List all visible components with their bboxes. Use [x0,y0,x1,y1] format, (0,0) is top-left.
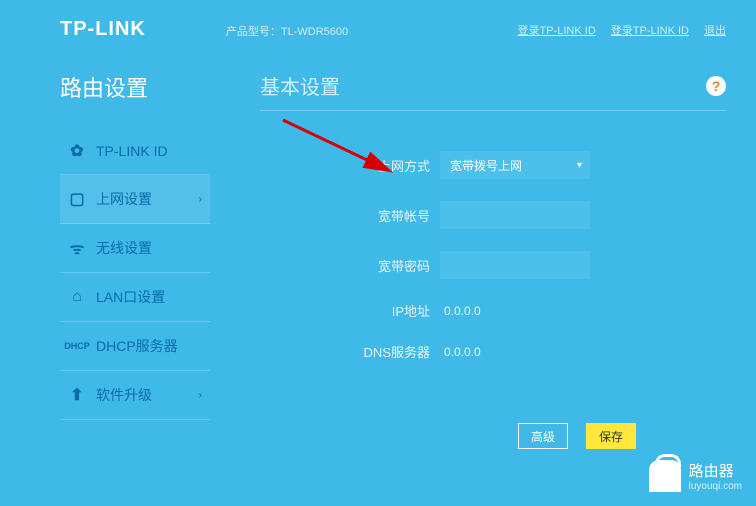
wan-type-value: 宽带拨号上网 [450,157,522,174]
sidebar-item-label: TP-LINK ID [96,143,202,159]
watermark-sub: luyouqi.com [689,481,742,492]
sidebar-item-wan[interactable]: ▢ 上网设置 › [60,175,210,224]
watermark-title: 路由器 [689,460,742,481]
account-input[interactable] [440,201,590,229]
chevron-right-icon: › [199,390,202,401]
help-icon[interactable]: ? [706,76,726,96]
dhcp-icon: DHCP [68,337,86,355]
sidebar-item-dhcp[interactable]: DHCP DHCP服务器 [60,322,210,371]
sidebar-item-label: LAN口设置 [96,287,202,307]
wan-type-select[interactable]: 宽带拨号上网 [440,151,590,179]
sidebar-item-label: DHCP服务器 [96,336,202,356]
wifi-icon: ᯤ [68,239,86,257]
save-button[interactable]: 保存 [586,423,636,449]
dns-label: DNS服务器 [360,342,430,361]
account-label: 宽带帐号 [360,206,430,225]
watermark: 路由器 luyouqi.com [649,460,742,492]
sidebar-item-wireless[interactable]: ᯤ 无线设置 [60,224,210,273]
upload-icon: ⬆ [68,386,86,404]
sidebar-item-tplink-id[interactable]: ✿ TP-LINK ID [60,128,210,175]
ip-label: IP地址 [360,301,430,320]
sidebar: 路由设置 ✿ TP-LINK ID ▢ 上网设置 › ᯤ 无线设置 ⌂ LAN口… [60,51,210,449]
sidebar-item-label: 上网设置 [96,189,199,209]
monitor-icon: ▢ [68,190,86,208]
logout-link[interactable]: 退出 [704,22,726,38]
product-model: 产品型号：TL-WDR5600 [226,23,348,39]
wan-type-label: 上网方式 [360,156,430,175]
sidebar-item-upgrade[interactable]: ⬆ 软件升级 › [60,371,210,420]
password-label: 宽带密码 [360,256,430,275]
section-title: 基本设置 [260,71,340,100]
lan-icon: ⌂ [68,288,86,306]
ip-value: 0.0.0.0 [440,304,481,318]
dns-value: 0.0.0.0 [440,345,481,359]
login-link-2[interactable]: 登录TP-LINK ID [611,22,689,38]
brand-logo: TP-LINK [60,18,146,41]
router-icon [649,460,681,492]
advanced-button[interactable]: 高级 [518,423,568,449]
password-input[interactable] [440,251,590,279]
gear-icon: ✿ [68,142,86,160]
chevron-right-icon: › [199,194,202,205]
sidebar-item-label: 软件升级 [96,385,199,405]
sidebar-title: 路由设置 [60,71,210,103]
login-link-1[interactable]: 登录TP-LINK ID [518,22,596,38]
sidebar-item-lan[interactable]: ⌂ LAN口设置 [60,273,210,322]
sidebar-item-label: 无线设置 [96,238,202,258]
